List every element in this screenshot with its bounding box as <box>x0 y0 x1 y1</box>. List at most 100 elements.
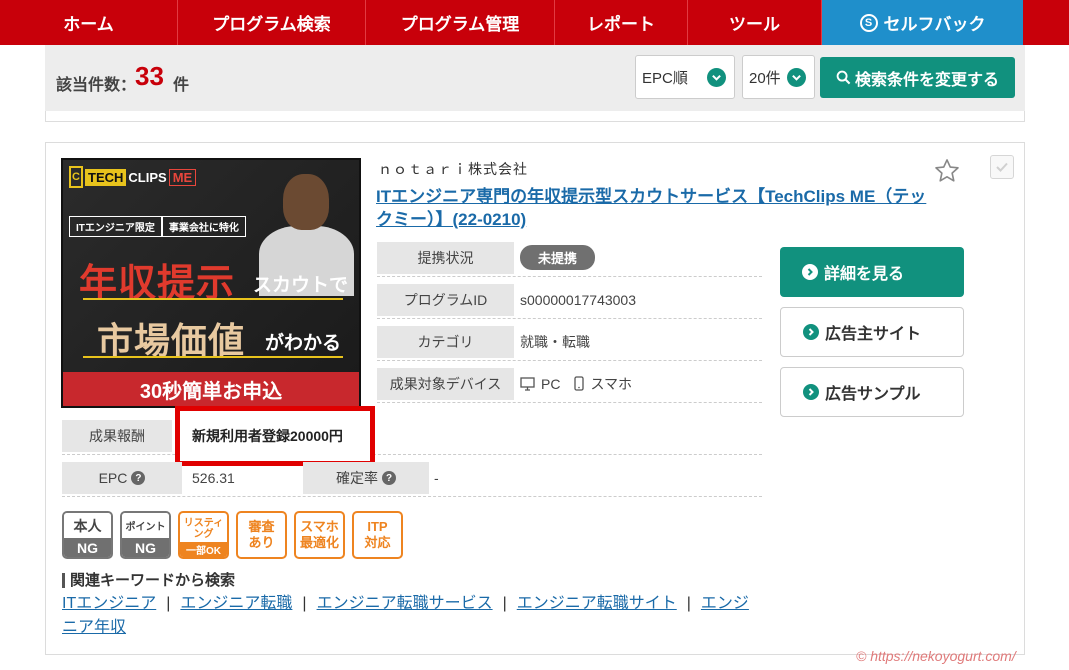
status-row: 提携状況 未提携 <box>377 239 762 277</box>
select-checkbox[interactable] <box>990 155 1014 179</box>
reward-row: 成果報酬 <box>62 417 762 455</box>
logo-clips: CLIPS <box>128 169 167 185</box>
chevron-down-icon <box>787 68 806 87</box>
self-back-icon: S <box>859 13 878 32</box>
keyword-link[interactable]: ITエンジニア <box>62 595 156 612</box>
arrow-right-icon <box>803 324 819 340</box>
condition-line1: 審査 <box>248 519 275 534</box>
keyword-separator: | <box>166 595 171 612</box>
smartphone-icon <box>574 376 585 391</box>
condition-icons: 本人 NG ポイント NG リスティング 一部OK 審査 あり スマホ 最適化 … <box>62 511 403 559</box>
review-required-icon: 審査 あり <box>236 511 287 559</box>
help-icon[interactable]: ? <box>131 471 146 485</box>
status-label: 提携状況 <box>377 241 514 274</box>
program-title-link[interactable]: ITエンジニア専門の年収提示型スカウトサービス【TechClips ME（テック… <box>376 185 941 231</box>
keyword-separator: | <box>302 595 307 612</box>
watermark: © https://nekoyogurt.com/ <box>856 648 1016 664</box>
device-label: 成果対象デバイス <box>377 367 514 400</box>
keyword-separator: | <box>686 595 691 612</box>
reward-value-highlight: 新規利用者登録20000円 <box>175 406 375 466</box>
result-count-label: 該当件数： <box>56 77 137 94</box>
nav-report[interactable]: レポート <box>555 0 688 45</box>
results-bar-bottom <box>45 111 1025 122</box>
program-id-label: プログラムID <box>377 283 514 316</box>
epc-row: EPC ? 526.31 確定率 ? - <box>62 459 762 497</box>
banner-headline-2-sub: がわかる <box>265 333 342 354</box>
advertiser-site-button[interactable]: 広告主サイト <box>780 307 964 357</box>
keyword-heading: 関連キーワードから検索 <box>62 573 235 588</box>
pc-icon <box>520 376 535 391</box>
result-count: 33 <box>135 61 164 91</box>
epc-label: EPC ? <box>62 462 182 494</box>
per-page-select-value: 20件 <box>749 69 781 87</box>
chevron-down-icon <box>707 68 726 87</box>
condition-top: ポイント <box>122 513 169 538</box>
arrow-right-icon <box>802 264 818 280</box>
change-search-button[interactable]: 検索条件を変更する <box>820 57 1015 98</box>
condition-line1: スマホ <box>300 519 339 534</box>
result-count-unit: 件 <box>173 77 190 94</box>
banner-tag: ITエンジニア限定 <box>69 216 162 237</box>
check-icon <box>996 162 1008 172</box>
banner-tags: ITエンジニア限定 事業会社に特化 <box>69 216 246 237</box>
detail-button[interactable]: 詳細を見る <box>780 247 964 297</box>
approval-rate-label: 確定率 ? <box>303 462 429 494</box>
banner-person-image <box>253 166 354 296</box>
nav-self-back[interactable]: S セルフバック <box>822 0 1023 45</box>
keyword-link[interactable]: エンジニア転職サービス <box>317 595 493 612</box>
logo-me: ME <box>168 168 197 186</box>
program-banner-image[interactable]: C TECH CLIPS ME ITエンジニア限定 事業会社に特化 年収提示 ス… <box>61 158 361 408</box>
banner-tag: 事業会社に特化 <box>161 216 246 237</box>
condition-line2: 最適化 <box>299 535 339 550</box>
banner-underline <box>83 298 343 300</box>
nav-home[interactable]: ホーム <box>0 0 178 45</box>
favorite-star-icon[interactable] <box>933 157 961 185</box>
banner-cta: 30秒簡単お申込 <box>63 372 359 406</box>
keyword-link[interactable]: エンジニア転職サイト <box>517 595 677 612</box>
advertiser-site-label: 広告主サイト <box>825 326 922 343</box>
help-icon[interactable]: ? <box>382 471 396 485</box>
nav-program-search[interactable]: プログラム検索 <box>178 0 366 45</box>
nav-self-back-label: セルフバック <box>883 15 986 34</box>
program-id-value: s00000017743003 <box>520 291 637 308</box>
ad-sample-label: 広告サンプル <box>825 386 921 403</box>
device-row: 成果対象デバイス PC スマホ <box>377 365 762 403</box>
top-nav: ホーム プログラム検索 プログラム管理 レポート ツール S セルフバック <box>0 0 1069 45</box>
search-icon <box>836 70 851 85</box>
listing-partial-ok-icon: リスティング 一部OK <box>178 511 229 559</box>
smartphone-optimized-icon: スマホ 最適化 <box>294 511 345 559</box>
arrow-right-icon <box>803 384 819 400</box>
techclips-logo: C TECH CLIPS ME <box>69 166 197 188</box>
detail-button-label: 詳細を見る <box>824 266 905 283</box>
point-site-ng-icon: ポイント NG <box>120 511 171 559</box>
nav-tools[interactable]: ツール <box>688 0 822 45</box>
approval-rate-text: 確定率 <box>336 470 378 486</box>
keyword-link[interactable]: エンジニア転職 <box>180 595 292 612</box>
ad-sample-button[interactable]: 広告サンプル <box>780 367 964 417</box>
condition-bottom: NG <box>122 538 169 557</box>
approval-rate-value: - <box>434 470 439 486</box>
epc-label-text: EPC <box>98 470 128 486</box>
condition-top: リスティング <box>183 517 224 540</box>
epc-value: 526.31 <box>192 470 235 486</box>
category-value: 就職・転職 <box>520 333 590 350</box>
program-card: C TECH CLIPS ME ITエンジニア限定 事業会社に特化 年収提示 ス… <box>45 142 1025 655</box>
per-page-select[interactable]: 20件 <box>742 55 815 99</box>
program-id-row: プログラムID s00000017743003 <box>377 281 762 319</box>
condition-line1: ITP <box>367 519 388 534</box>
keyword-separator: | <box>502 595 507 612</box>
results-bar: 該当件数： 33 件 EPC順 20件 検索条件を変更する <box>45 45 1025 111</box>
category-row: カテゴリ 就職・転職 <box>377 323 762 361</box>
reward-value: 新規利用者登録20000円 <box>192 428 343 444</box>
sort-select[interactable]: EPC順 <box>635 55 735 99</box>
logo-tech: TECH <box>85 168 127 186</box>
condition-bottom: NG <box>64 538 111 557</box>
device-sp: スマホ <box>590 375 633 392</box>
condition-bottom: 一部OK <box>180 542 227 557</box>
banner-headline-1-sub: スカウトで <box>253 275 349 296</box>
nav-program-management[interactable]: プログラム管理 <box>366 0 555 45</box>
condition-line2: 対応 <box>364 535 391 550</box>
condition-top: 本人 <box>64 513 111 538</box>
company-name: ｎｏｔａｒｉ株式会社 <box>378 161 528 177</box>
